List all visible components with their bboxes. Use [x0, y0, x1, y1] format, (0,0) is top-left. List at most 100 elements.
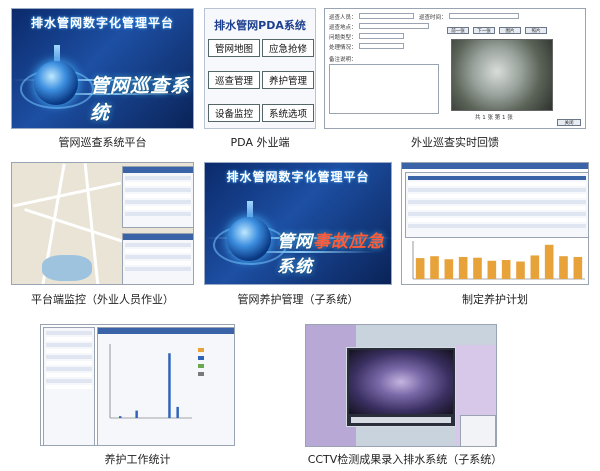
time-input[interactable]	[449, 13, 519, 19]
list-item[interactable]	[46, 343, 92, 347]
plan-header	[402, 163, 588, 169]
monitor-caption: 平台端监控（外业人员作业）	[31, 293, 174, 306]
list-item[interactable]	[46, 331, 92, 335]
stats-chart-window[interactable]	[97, 327, 234, 445]
maintenance-system-title: 管网事故应急系统	[277, 232, 385, 277]
pda-button-emergency[interactable]: 应急抢修	[262, 39, 314, 57]
inspector-input[interactable]	[359, 13, 414, 19]
field-label: 巡查地点：	[329, 25, 357, 31]
plan-table[interactable]	[405, 172, 588, 238]
bar-10	[544, 244, 554, 279]
pda-button-inspection[interactable]: 巡查管理	[208, 71, 260, 89]
bar-8	[516, 261, 525, 279]
table-row[interactable]	[125, 243, 191, 247]
table-row[interactable]	[125, 188, 191, 192]
cctv-video-window[interactable]	[346, 347, 456, 427]
table-row[interactable]	[408, 212, 586, 216]
list-item[interactable]	[46, 379, 92, 383]
status-input[interactable]	[359, 43, 404, 49]
bar-9	[530, 255, 540, 279]
plan-bar-chart	[412, 241, 585, 280]
table-row[interactable]	[408, 206, 586, 210]
table-row[interactable]	[408, 218, 586, 222]
next-photo-button[interactable]: 下一张	[473, 27, 495, 34]
pda-button-maintenance[interactable]: 养护管理	[262, 71, 314, 89]
legend-swatch	[198, 356, 204, 360]
photo-button[interactable]: 照片	[525, 27, 547, 34]
table-row[interactable]	[408, 200, 586, 204]
globe-icon	[227, 217, 271, 261]
maintenance-banner-tile[interactable]: 排水管网数字化管理平台 管网事故应急系统	[204, 162, 392, 285]
bar-5	[473, 257, 482, 279]
field-label: 备注说明：	[329, 57, 357, 63]
monitor-table-bottom[interactable]	[122, 233, 193, 284]
remarks-textarea[interactable]	[329, 64, 439, 114]
stats-legend	[198, 348, 230, 388]
stats-list[interactable]	[43, 327, 95, 445]
list-item[interactable]	[46, 385, 92, 389]
platform-banner-tile[interactable]: 排水管网数字化管理平台 管网巡查系统	[11, 8, 194, 129]
table-row[interactable]	[125, 182, 191, 186]
list-item[interactable]	[46, 361, 92, 365]
stats-tile[interactable]	[40, 324, 235, 446]
field-label: 处理情况：	[329, 45, 357, 51]
table-row[interactable]	[125, 176, 191, 180]
table-row[interactable]	[125, 249, 191, 253]
cctv-video-frame	[349, 350, 453, 414]
prev-photo-button[interactable]: 前一张	[447, 27, 469, 34]
list-item[interactable]	[46, 373, 92, 377]
bar-7	[135, 410, 138, 418]
stats-caption: 养护工作统计	[104, 453, 171, 466]
table-row[interactable]	[125, 255, 191, 259]
list-item[interactable]	[46, 337, 92, 341]
pda-button-options[interactable]: 系统选项	[262, 104, 314, 122]
table-row[interactable]	[408, 182, 586, 186]
monitor-table-top[interactable]	[122, 166, 193, 228]
map-water	[42, 255, 92, 281]
picture-button[interactable]: 图片	[499, 27, 521, 34]
table-row[interactable]	[125, 206, 191, 210]
platform-system-title: 管网巡查系统	[90, 75, 191, 124]
list-item[interactable]	[46, 367, 92, 371]
table-row[interactable]	[408, 188, 586, 192]
feedback-form-tile[interactable]: 巡查人员： 巡查时间： 巡查地点： 问题类型： 处理情况： 备注说明： 前一张 …	[324, 8, 586, 129]
field-label: 巡查人员：	[329, 15, 357, 21]
bar-1	[415, 258, 425, 279]
globe-icon	[34, 61, 78, 105]
bar-6	[487, 260, 497, 279]
pda-screen-tile[interactable]: 排水管网PDA系统 管网地图 应急抢修 巡查管理 养护管理 设备监控 系统选项	[204, 8, 316, 129]
plan-tile[interactable]	[401, 162, 589, 285]
location-input[interactable]	[359, 23, 429, 29]
map-road	[24, 208, 130, 245]
monitor-map-tile[interactable]	[11, 162, 194, 285]
feedback-caption: 外业巡查实时回馈	[411, 136, 499, 149]
table-row[interactable]	[408, 194, 586, 198]
bar-17	[176, 406, 179, 418]
table-row[interactable]	[125, 212, 191, 216]
legend-swatch	[198, 348, 204, 352]
bar-12	[573, 256, 583, 279]
table-row[interactable]	[125, 267, 191, 271]
pda-button-device[interactable]: 设备监控	[208, 104, 260, 122]
table-row[interactable]	[125, 194, 191, 198]
video-controls[interactable]	[351, 417, 451, 423]
list-item[interactable]	[46, 355, 92, 359]
pda-title: 排水管网PDA系统	[214, 19, 306, 32]
pda-button-map[interactable]: 管网地图	[208, 39, 260, 57]
table-row[interactable]	[408, 224, 586, 228]
table-row[interactable]	[125, 200, 191, 204]
plan-caption: 制定养护计划	[462, 293, 528, 306]
maintenance-banner-title: 排水管网数字化管理平台	[226, 170, 370, 184]
table-header	[408, 176, 586, 180]
table-header	[123, 234, 193, 240]
issue-type-input[interactable]	[359, 33, 404, 39]
bar-3	[119, 416, 122, 418]
table-row[interactable]	[125, 261, 191, 265]
list-item[interactable]	[46, 349, 92, 353]
bar-7	[501, 260, 511, 279]
table-header	[123, 167, 193, 173]
cctv-caption: CCTV检测成果录入排水系统（子系统）	[307, 453, 503, 466]
close-button[interactable]: 关闭	[557, 119, 581, 126]
bar-11	[559, 256, 568, 279]
cctv-tile[interactable]	[305, 324, 497, 447]
